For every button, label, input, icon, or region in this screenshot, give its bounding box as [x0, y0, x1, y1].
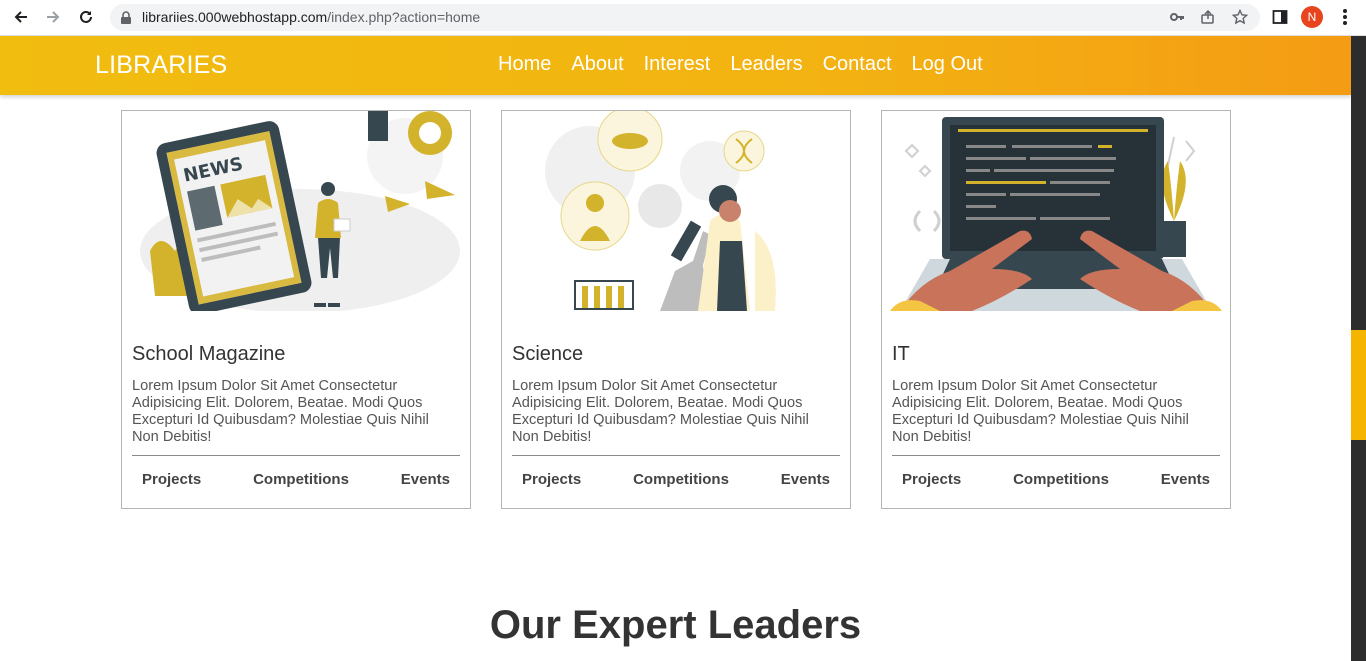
scrollbar[interactable]	[1351, 36, 1366, 661]
reload-button[interactable]	[75, 6, 97, 28]
card-links: Projects Competitions Events	[142, 471, 450, 488]
competitions-link[interactable]: Competitions	[253, 471, 349, 488]
star-icon[interactable]	[1231, 8, 1249, 26]
section-title: Our Expert Leaders	[489, 603, 862, 647]
site-logo[interactable]: LIBRARIES	[95, 51, 227, 80]
reload-icon	[80, 10, 92, 23]
projects-link[interactable]: Projects	[142, 471, 201, 488]
card-text: Lorem Ipsum Dolor Sit Amet Consectetur A…	[892, 378, 1189, 445]
events-link[interactable]: Events	[781, 471, 830, 488]
card-school-magazine: NEWS School Magazine Lorem Ipsum Dolor S…	[121, 110, 471, 509]
events-link[interactable]: Events	[1161, 471, 1210, 488]
main-nav: Home About Interest Leaders Contact Log …	[498, 53, 983, 76]
science-illustration	[545, 111, 776, 311]
news-illustration: NEWS	[140, 111, 460, 311]
side-panel-button[interactable]	[1269, 6, 1291, 28]
projects-link[interactable]: Projects	[522, 471, 581, 488]
card-divider	[512, 455, 840, 456]
url-path: /index.php?action=home	[327, 9, 481, 25]
scroll-thumb[interactable]	[1351, 330, 1366, 440]
card-divider	[132, 455, 460, 456]
more-vert-icon	[1343, 9, 1347, 25]
card-links: Projects Competitions Events	[522, 471, 830, 488]
card-it: IT Lorem Ipsum Dolor Sit Amet Consectetu…	[881, 110, 1231, 509]
url-host: librariies.000webhostapp.com	[142, 9, 328, 25]
menu-button[interactable]	[1334, 6, 1356, 28]
card-divider	[892, 455, 1220, 456]
nav-about[interactable]: About	[571, 53, 623, 76]
projects-link[interactable]: Projects	[902, 471, 961, 488]
laptop-coding-illustration	[890, 117, 1222, 311]
browser-toolbar: librariies.000webhostapp.com/index.php?a…	[0, 0, 1366, 36]
key-icon[interactable]	[1168, 8, 1186, 26]
url-text: librariies.000webhostapp.com/index.php?a…	[142, 9, 480, 25]
nav-home[interactable]: Home	[498, 53, 551, 76]
competitions-link[interactable]: Competitions	[1013, 471, 1109, 488]
arrow-right-icon	[47, 11, 60, 23]
profile-avatar[interactable]: N	[1301, 6, 1323, 28]
forward-button[interactable]	[42, 6, 64, 28]
competitions-link[interactable]: Competitions	[633, 471, 729, 488]
card-text: Lorem Ipsum Dolor Sit Amet Consectetur A…	[512, 378, 809, 445]
share-icon[interactable]	[1199, 8, 1217, 26]
card-science: Science Lorem Ipsum Dolor Sit Amet Conse…	[501, 110, 851, 509]
card-title: IT	[892, 343, 910, 365]
card-title: Science	[512, 343, 584, 365]
lock-icon	[121, 11, 131, 24]
nav-contact[interactable]: Contact	[823, 53, 892, 76]
nav-leaders[interactable]: Leaders	[730, 53, 802, 76]
card-text: Lorem Ipsum Dolor Sit Amet Consectetur A…	[132, 378, 429, 445]
site-header: LIBRARIES Home About Interest Leaders Co…	[0, 36, 1351, 95]
events-link[interactable]: Events	[401, 471, 450, 488]
nav-logout[interactable]: Log Out	[912, 53, 983, 76]
card-links: Projects Competitions Events	[902, 471, 1210, 488]
address-bar[interactable]: librariies.000webhostapp.com/index.php?a…	[110, 4, 1260, 31]
nav-interest[interactable]: Interest	[644, 53, 711, 76]
card-title: School Magazine	[132, 343, 286, 365]
arrow-left-icon	[14, 11, 27, 23]
side-panel-icon	[1272, 10, 1288, 24]
back-button[interactable]	[10, 6, 32, 28]
